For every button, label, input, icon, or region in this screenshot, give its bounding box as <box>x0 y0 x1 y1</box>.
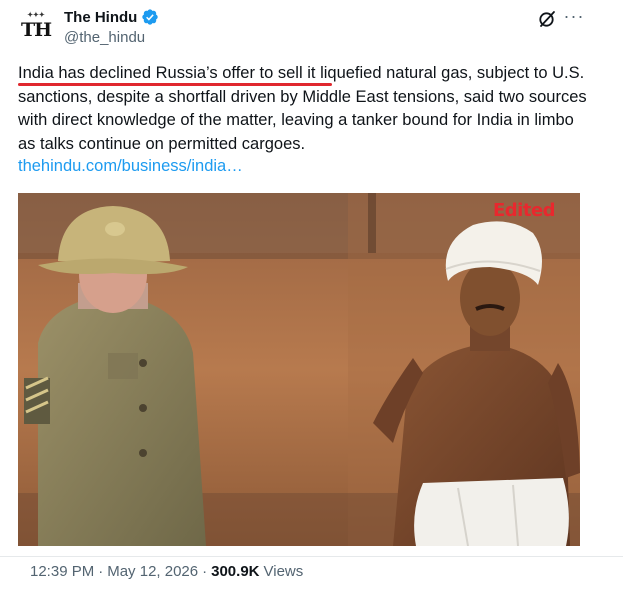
tweet-date[interactable]: May 12, 2026 <box>107 563 198 580</box>
author-handle[interactable]: @the_hindu <box>64 29 145 46</box>
tweet-link[interactable]: thehindu.com/business/india… <box>18 157 243 176</box>
footer-divider <box>0 556 623 557</box>
views-label[interactable]: Views <box>264 563 304 580</box>
avatar[interactable]: ✦✦✦ TH <box>16 10 56 50</box>
grok-slash-icon[interactable] <box>537 9 557 29</box>
red-underline-annotation <box>18 83 332 86</box>
tweet-image[interactable] <box>18 193 580 546</box>
separator: · <box>202 563 208 580</box>
avatar-logo: ✦✦✦ TH <box>20 10 52 41</box>
views-count[interactable]: 300.9K <box>211 563 259 580</box>
avatar-text: TH <box>20 19 52 41</box>
avatar-stars-icon: ✦✦✦ <box>27 10 45 19</box>
tweet-text: India has declined Russia’s offer to sel… <box>18 62 588 156</box>
tweet-time[interactable]: 12:39 PM <box>30 563 94 580</box>
more-horizontal-icon[interactable]: ··· <box>563 6 585 28</box>
separator: · <box>98 563 104 580</box>
display-name[interactable]: The Hindu <box>64 9 137 26</box>
edited-overlay-label: Edited <box>493 200 556 221</box>
verified-badge-icon <box>142 9 159 25</box>
tweet-metadata: 12:39 PM · May 12, 2026 · 300.9K Views <box>30 563 303 580</box>
author-name-row[interactable]: The Hindu <box>64 8 159 26</box>
edited-photo <box>18 193 580 546</box>
tweet-text-highlighted: India has declined Russia’s offer to sel… <box>18 64 316 82</box>
